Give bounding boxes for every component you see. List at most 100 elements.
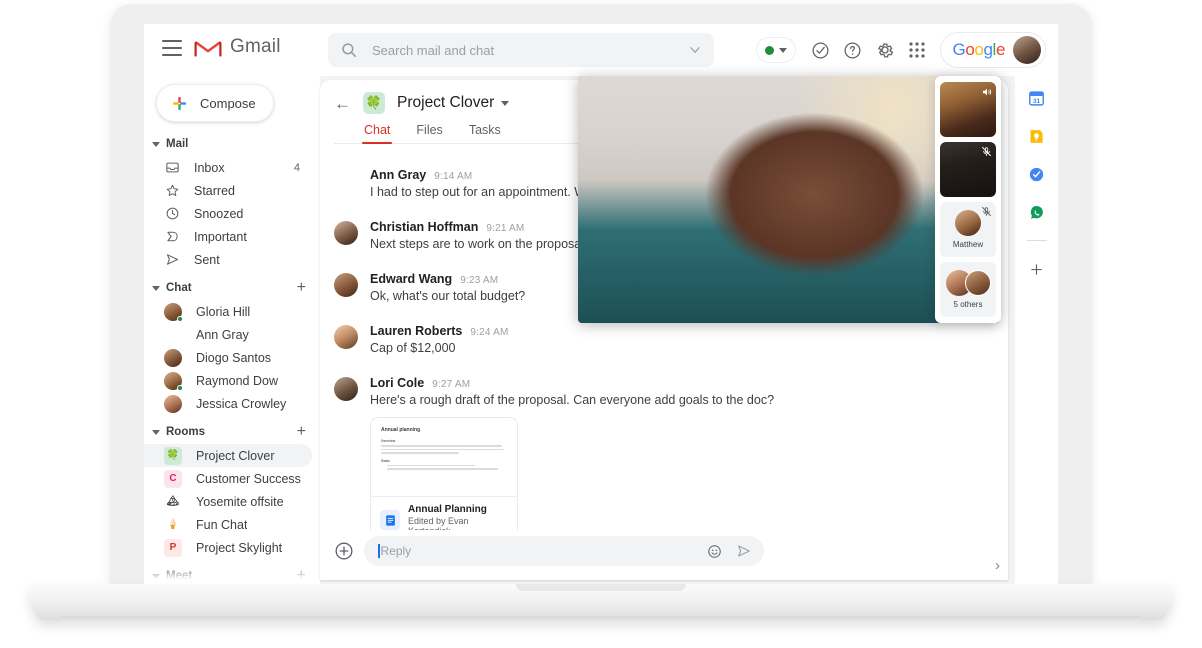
google-tasks-icon[interactable] <box>1027 164 1047 184</box>
sidebar-item-label: Sent <box>194 252 220 267</box>
participant-overflow-tile[interactable]: 5 others <box>940 262 996 317</box>
message-sender: Lauren Roberts <box>370 324 463 338</box>
gmail-m-logo-icon <box>194 40 222 56</box>
sidebar-item-snoozed[interactable]: Snoozed <box>144 202 312 225</box>
sidebar-item-starred[interactable]: Starred <box>144 179 312 202</box>
message-time: 9:27 AM <box>432 379 471 390</box>
video-participant-strip: Matthew 5 others <box>935 76 1001 323</box>
sidebar-item-raymond-dow[interactable]: Raymond Dow <box>144 369 312 392</box>
message-time: 9:21 AM <box>486 223 525 234</box>
compose-label: Compose <box>200 95 256 111</box>
participant-thumbnail[interactable] <box>940 142 996 197</box>
message-time: 9:23 AM <box>460 275 499 286</box>
message-text: Cap of $12,000 <box>370 341 456 355</box>
section-caret-icon <box>152 429 160 435</box>
sidebar-item-gloria-hill[interactable]: Gloria Hill <box>144 300 312 323</box>
settings-gear-icon[interactable] <box>870 35 900 65</box>
icecream-icon: 🍦 <box>166 519 180 530</box>
tab-tasks[interactable]: Tasks <box>469 123 501 144</box>
back-arrow-icon[interactable]: ← <box>334 95 351 112</box>
sidebar-section-rooms[interactable]: Rooms + <box>144 420 320 444</box>
plus-colored-icon <box>173 96 186 110</box>
account-chip[interactable]: Google <box>939 32 1046 68</box>
overflow-count-label: 5 others <box>953 300 983 309</box>
section-caret-icon <box>152 573 160 579</box>
clover-icon: 🍀 <box>164 446 182 465</box>
important-icon <box>164 229 180 244</box>
sidebar-item-important[interactable]: Important <box>144 225 312 248</box>
hamburger-menu-icon[interactable] <box>162 40 182 56</box>
compose-button[interactable]: Compose <box>156 84 274 122</box>
section-caret-icon <box>152 141 160 147</box>
sidebar-item-customer-success[interactable]: C Customer Success <box>144 467 312 490</box>
chevron-right-icon[interactable]: › <box>995 557 1000 574</box>
presence-status-button[interactable] <box>755 37 796 63</box>
google-contacts-icon[interactable] <box>1027 202 1047 222</box>
sidebar-item-label: Inbox <box>194 160 225 175</box>
add-meeting-icon[interactable]: + <box>297 568 306 584</box>
side-panel: 31 <box>1014 76 1058 584</box>
participant-thumbnail[interactable]: Matthew <box>940 202 996 257</box>
app-screen: Gmail Search mail and chat Google Compos… <box>144 24 1058 584</box>
attachment-subtitle: Edited by Evan Kortendick <box>408 516 469 530</box>
search-input[interactable] <box>372 42 688 58</box>
google-wordmark: Google <box>952 40 1006 59</box>
message-time: 9:14 AM <box>434 171 473 182</box>
room-clover-icon: 🍀 <box>363 92 385 114</box>
sidebar-section-chat[interactable]: Chat + <box>144 276 320 300</box>
message-sender: Ann Gray <box>370 168 427 182</box>
attachment-preview-section: Overview <box>381 439 396 443</box>
google-apps-grid-icon[interactable] <box>902 35 932 65</box>
account-avatar[interactable] <box>1013 36 1041 64</box>
reply-input[interactable] <box>380 544 697 558</box>
send-paper-plane-icon[interactable] <box>736 543 752 559</box>
tab-files[interactable]: Files <box>416 123 442 144</box>
sidebar-item-ann-gray[interactable]: Ann Gray <box>144 323 312 346</box>
reply-composer <box>320 530 1008 580</box>
tasks-circle-icon[interactable] <box>806 35 836 65</box>
emoji-smiley-icon[interactable] <box>707 544 722 559</box>
plus-circle-icon[interactable] <box>334 541 354 561</box>
sidebar-item-label: Yosemite offsite <box>196 494 284 509</box>
add-chat-icon[interactable]: + <box>297 280 306 296</box>
sidebar-item-yosemite-offsite[interactable]: 🏔 Yosemite offsite <box>144 490 312 513</box>
section-caret-icon <box>152 285 160 291</box>
reply-input-wrapper[interactable] <box>364 536 764 566</box>
contact-avatar <box>164 394 182 413</box>
page-title: Project Clover <box>397 94 495 111</box>
add-room-icon[interactable]: + <box>297 424 306 440</box>
section-title: Chat <box>166 282 192 294</box>
help-icon[interactable] <box>838 35 868 65</box>
contact-avatar <box>164 371 183 391</box>
sidebar-item-diogo-santos[interactable]: Diogo Santos <box>144 346 312 369</box>
text-cursor <box>378 544 380 558</box>
search-options-chevron-down-icon[interactable] <box>688 43 702 57</box>
sidebar-item-project-skylight[interactable]: P Project Skylight <box>144 536 312 559</box>
mic-muted-icon <box>982 146 991 157</box>
avatar <box>334 221 358 245</box>
plus-icon[interactable] <box>1027 259 1047 279</box>
sidebar-item-sent[interactable]: Sent <box>144 248 312 271</box>
sidebar-item-jessica-crowley[interactable]: Jessica Crowley <box>144 392 312 415</box>
participant-thumbnail[interactable] <box>940 82 996 137</box>
tab-chat[interactable]: Chat <box>361 123 393 144</box>
screenshot-stage: Gmail Search mail and chat Google Compos… <box>0 0 1202 648</box>
status-chevron-down-icon <box>778 47 787 53</box>
attachment-preview-section: Goals <box>381 458 390 463</box>
section-title: Mail <box>166 138 189 150</box>
attachment-card[interactable]: Annual planning Overview Goals Annual Pl… <box>370 417 518 530</box>
google-calendar-icon[interactable]: 31 <box>1027 88 1047 108</box>
sidebar-section-mail[interactable]: Mail <box>144 132 320 156</box>
sidebar-section-meet[interactable]: Meet + <box>144 564 320 584</box>
sidebar-item-inbox[interactable]: Inbox 4 <box>144 156 312 179</box>
avatar <box>334 169 358 193</box>
status-dot <box>764 45 774 55</box>
search-bar[interactable] <box>328 33 714 67</box>
sidebar-item-label: Project Skylight <box>196 540 283 555</box>
sidebar-item-fun-chat[interactable]: 🍦 Fun Chat <box>144 513 312 536</box>
room-menu-chevron-down-icon[interactable] <box>501 100 510 106</box>
sidebar-item-label: Project Clover <box>196 448 275 463</box>
sidebar-item-project-clover[interactable]: 🍀 Project Clover <box>144 444 312 467</box>
google-keep-icon[interactable] <box>1027 126 1047 146</box>
avatar <box>334 273 358 297</box>
